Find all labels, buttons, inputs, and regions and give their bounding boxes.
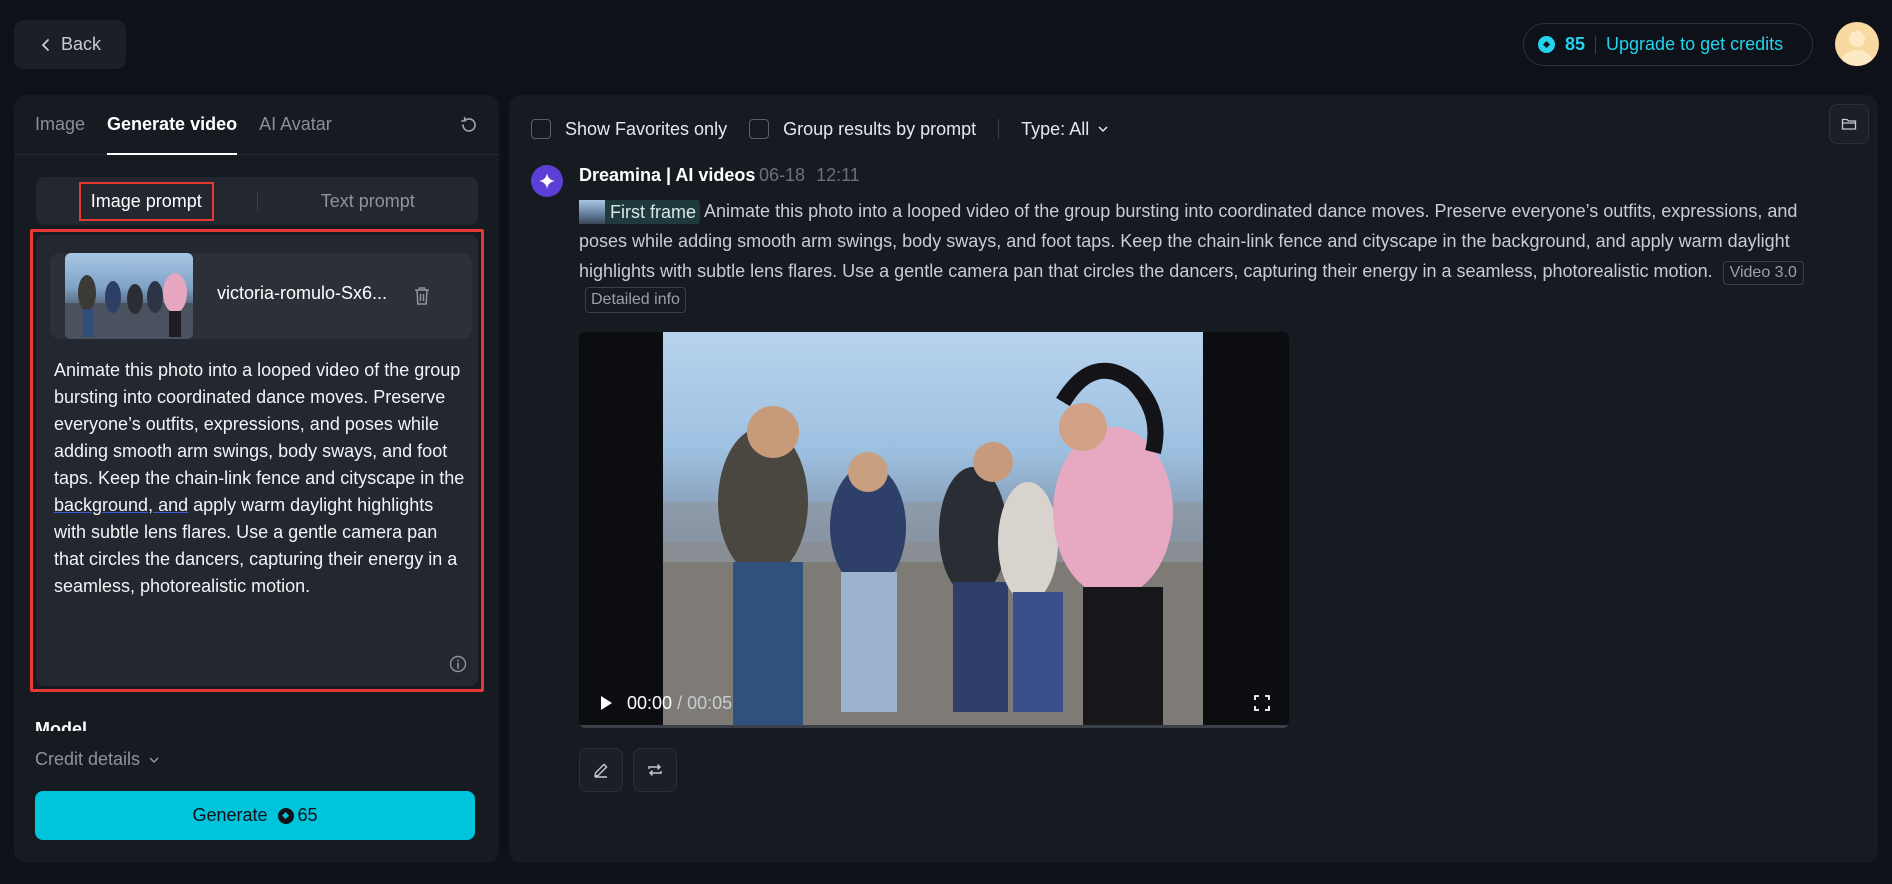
image-prompt-box: victoria-romulo-Sx6... Animate this phot… <box>30 229 484 692</box>
results-panel: Show Favorites only Group results by pro… <box>509 95 1878 863</box>
info-icon[interactable] <box>449 655 467 673</box>
edit-button[interactable] <box>579 748 623 792</box>
tab-image[interactable]: Image <box>35 95 85 155</box>
results-filters: Show Favorites only Group results by pro… <box>531 114 1109 144</box>
message-time: 12:11 <box>816 165 860 185</box>
first-frame-thumbnail <box>579 200 605 225</box>
uploaded-file-name: victoria-romulo-Sx6... <box>217 283 388 303</box>
uploaded-image-card[interactable]: victoria-romulo-Sx6... <box>50 253 472 339</box>
video-progress-bar[interactable] <box>579 725 1289 728</box>
favorites-checkbox[interactable] <box>531 119 551 139</box>
generate-cost: 65 <box>297 805 318 825</box>
image-prompt-button[interactable]: Image prompt <box>36 181 257 221</box>
message-author: Dreamina | AI videos <box>579 165 756 185</box>
thumbnail-image <box>65 273 193 339</box>
chevron-down-icon <box>1098 126 1108 133</box>
type-select-label: Type: All <box>1021 118 1090 139</box>
tab-ai-avatar[interactable]: AI Avatar <box>259 95 332 155</box>
group-label: Group results by prompt <box>783 118 977 139</box>
back-label: Back <box>60 34 102 54</box>
credit-details-toggle[interactable]: Credit details <box>35 749 160 770</box>
first-frame-chip[interactable]: First frame <box>579 200 701 225</box>
credits-count: 85 <box>1565 34 1586 54</box>
message-date: 06-18 <box>759 165 806 185</box>
repeat-icon <box>648 764 662 776</box>
group-filter[interactable]: Group results by prompt <box>749 119 976 140</box>
left-panel: Image Generate video AI Avatar Image pro… <box>14 95 499 863</box>
filter-divider <box>998 119 1000 139</box>
detailed-info-button[interactable]: Detailed info <box>585 287 686 313</box>
prompt-mode-toggle: Image prompt Text prompt <box>36 177 478 225</box>
image-prompt-label: Image prompt <box>78 181 214 221</box>
text-prompt-button[interactable]: Text prompt <box>258 191 479 212</box>
trash-icon[interactable] <box>413 286 431 306</box>
prompt-textarea[interactable]: Animate this photo into a looped video o… <box>54 357 466 600</box>
video-frame <box>663 332 1203 728</box>
prompt-inner: victoria-romulo-Sx6... Animate this phot… <box>36 235 478 686</box>
message-timestamp: 06-18 12:11 <box>759 165 860 186</box>
first-frame-label: First frame <box>610 202 697 223</box>
user-avatar[interactable] <box>1835 22 1879 66</box>
prompt-text-underlined: background, and <box>54 495 189 515</box>
play-icon[interactable] <box>597 694 615 712</box>
tab-generate-video[interactable]: Generate video <box>107 95 238 155</box>
chevron-down-icon <box>149 756 159 763</box>
reset-icon[interactable] <box>459 115 479 135</box>
video-time-separator: / <box>677 692 683 713</box>
video-controls: 00:00 / 00:05 <box>579 678 1289 728</box>
prompt-text-part1: Animate this photo into a looped video o… <box>54 360 465 488</box>
favorites-filter[interactable]: Show Favorites only <box>531 119 727 140</box>
uploaded-image-thumbnail <box>65 253 193 339</box>
message-body: First frame Animate this photo into a lo… <box>579 196 1839 286</box>
generate-button[interactable]: Generate 65 <box>35 791 475 840</box>
chevron-left-icon <box>41 38 49 51</box>
fullscreen-icon[interactable] <box>1253 694 1271 712</box>
video-current-time: 00:00 <box>627 692 673 713</box>
pencil-icon <box>594 763 608 778</box>
back-button[interactable]: Back <box>14 20 126 69</box>
folder-button[interactable] <box>1829 104 1869 144</box>
credit-details-label: Credit details <box>35 749 141 769</box>
credits-pill[interactable]: 85 Upgrade to get credits <box>1523 23 1813 66</box>
group-checkbox[interactable] <box>749 119 770 139</box>
video-player[interactable]: 00:00 / 00:05 <box>579 332 1289 728</box>
favorites-label: Show Favorites only <box>565 118 728 139</box>
video-image <box>663 362 1203 728</box>
message-text: Animate this photo into a looped video o… <box>579 201 1798 281</box>
video-time: 00:00 / 00:05 <box>627 693 732 714</box>
folder-icon <box>1841 118 1857 130</box>
dreamina-logo-icon <box>531 165 563 197</box>
video-duration: 00:05 <box>687 692 733 713</box>
pill-divider <box>1595 35 1597 54</box>
generate-label: Generate <box>192 805 268 825</box>
credit-coin-icon <box>1538 36 1555 53</box>
model-section-label: Model <box>35 719 87 731</box>
mode-tabs: Image Generate video AI Avatar <box>14 95 499 155</box>
regenerate-button[interactable] <box>633 748 677 792</box>
model-tag: Video 3.0 <box>1722 261 1804 285</box>
upgrade-link[interactable]: Upgrade to get credits <box>1606 34 1783 55</box>
type-select[interactable]: Type: All <box>1021 119 1109 140</box>
credit-coin-icon <box>277 807 294 824</box>
text-prompt-label: Text prompt <box>320 190 415 211</box>
